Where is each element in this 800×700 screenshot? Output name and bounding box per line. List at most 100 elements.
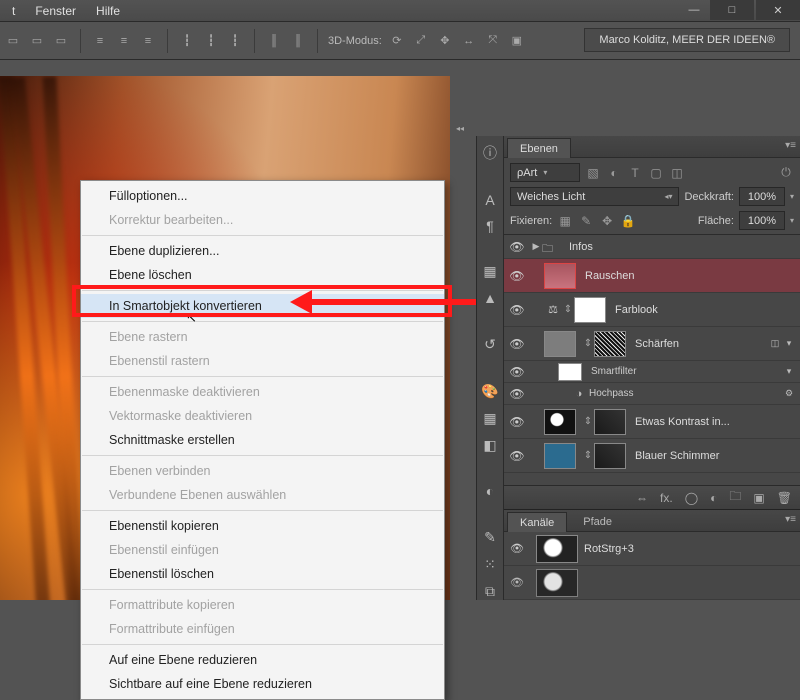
layer-row[interactable]: 👁 ◑ Hochpass ⚙: [504, 383, 800, 405]
context-menu-item[interactable]: Ebenenstil löschen: [81, 562, 444, 586]
layer-mask-icon[interactable]: ◯: [685, 491, 698, 505]
channel-row[interactable]: 👁: [504, 566, 800, 600]
menubar-item[interactable]: t: [2, 1, 25, 21]
channels-list[interactable]: 👁 Rot Strg+3 👁: [504, 532, 800, 600]
3d-roll-icon[interactable]: ⤢: [412, 32, 430, 50]
layer-row[interactable]: 👁 ⇕ Blauer Schimmer: [504, 439, 800, 473]
blend-mode-select[interactable]: Weiches Licht◂▾: [510, 187, 679, 206]
layer-name[interactable]: Rauschen: [585, 270, 796, 282]
layer-row[interactable]: 👁 Smartfilter ▾: [504, 361, 800, 383]
disclosure-icon[interactable]: ▾: [782, 366, 796, 377]
disclosure-icon[interactable]: ▶: [530, 241, 542, 252]
visibility-toggle[interactable]: 👁: [504, 240, 530, 254]
visibility-toggle[interactable]: 👁: [504, 337, 530, 351]
layer-name[interactable]: Blauer Schimmer: [635, 450, 796, 462]
layer-fx-icon[interactable]: fx.: [660, 491, 673, 505]
opacity-field[interactable]: 100%: [739, 187, 785, 206]
navigator-icon[interactable]: ▦: [481, 263, 499, 280]
distribute-icon[interactable]: ≡: [139, 32, 157, 50]
layer-thumb[interactable]: [544, 409, 576, 435]
new-fill-adjust-icon[interactable]: ◐: [710, 491, 717, 505]
context-menu-item[interactable]: Schnittmaske erstellen: [81, 428, 444, 452]
layer-row[interactable]: 👁 Rauschen: [504, 259, 800, 293]
filter-toggle-icon[interactable]: ⏻: [778, 165, 794, 181]
distribute-icon[interactable]: ≡: [91, 32, 109, 50]
paragraph-panel-icon[interactable]: ¶: [481, 218, 499, 234]
tab-layers[interactable]: Ebenen: [507, 138, 571, 158]
history-icon[interactable]: ↺: [481, 336, 499, 353]
3d-orbit-icon[interactable]: ⟳: [388, 32, 406, 50]
brush-icon[interactable]: ✎: [481, 529, 499, 546]
panel-menu-icon[interactable]: ▾≡: [785, 514, 796, 525]
lock-transparent-icon[interactable]: ▦: [557, 213, 573, 229]
panel-menu-icon[interactable]: ▾≡: [785, 140, 796, 151]
filter-settings-icon[interactable]: ⚙: [782, 388, 796, 399]
info-icon[interactable]: ⓘ: [481, 144, 499, 162]
fill-field[interactable]: 100%: [739, 211, 785, 230]
layer-row[interactable]: 👁 ▶ 🗀 Infos: [504, 235, 800, 259]
layer-name[interactable]: Infos: [569, 241, 796, 253]
mask-thumb[interactable]: [594, 443, 626, 469]
panel-collapse-icon[interactable]: ◂◂: [456, 124, 464, 133]
menubar-item-help[interactable]: Hilfe: [86, 1, 130, 21]
visibility-toggle[interactable]: 👁: [504, 269, 530, 283]
link-layers-icon[interactable]: ⇔: [636, 491, 648, 505]
tab-paths[interactable]: Pfade: [570, 511, 625, 532]
distribute-icon[interactable]: ║: [265, 32, 283, 50]
layer-thumb[interactable]: [544, 443, 576, 469]
lock-pixels-icon[interactable]: ✎: [578, 213, 594, 229]
align-icon[interactable]: ▭: [28, 32, 46, 50]
adjustments-icon[interactable]: ◐: [481, 483, 499, 499]
filter-pixel-icon[interactable]: ▧: [585, 165, 601, 181]
mask-thumb[interactable]: [594, 409, 626, 435]
filter-adjust-icon[interactable]: ◐: [606, 165, 622, 181]
visibility-toggle[interactable]: 👁: [504, 576, 530, 589]
context-menu-item[interactable]: Fülloptionen...: [81, 184, 444, 208]
filter-shape-icon[interactable]: ▢: [648, 165, 664, 181]
workspace-label[interactable]: Marco Kolditz, MEER DER IDEEN®: [584, 28, 790, 52]
tab-channels[interactable]: Kanäle: [507, 512, 567, 532]
clone-source-icon[interactable]: ⧉: [481, 583, 499, 600]
context-menu-item[interactable]: Ebene löschen: [81, 263, 444, 287]
align-icon[interactable]: ▭: [4, 32, 22, 50]
delete-layer-icon[interactable]: 🗑: [777, 491, 792, 505]
menubar-item-window[interactable]: Fenster: [25, 1, 86, 21]
lock-all-icon[interactable]: 🔒: [620, 213, 636, 229]
layer-filter-type[interactable]: ρ Art▾: [510, 163, 580, 182]
layer-row[interactable]: 👁 ⚖ ⇕ Farblook: [504, 293, 800, 327]
context-menu-item[interactable]: Sichtbare auf eine Ebene reduzieren: [81, 672, 444, 696]
layer-thumb[interactable]: [544, 263, 576, 289]
color-icon[interactable]: 🎨: [481, 383, 499, 400]
layer-thumb[interactable]: [544, 331, 576, 357]
channel-row[interactable]: 👁 Rot Strg+3: [504, 532, 800, 566]
visibility-toggle[interactable]: 👁: [504, 449, 530, 463]
close-button[interactable]: ✕: [756, 0, 800, 20]
disclosure-icon[interactable]: ▾: [782, 338, 796, 349]
context-menu-item[interactable]: Auf eine Ebene reduzieren: [81, 648, 444, 672]
mask-thumb[interactable]: [574, 297, 606, 323]
maximize-button[interactable]: □: [710, 0, 754, 20]
distribute-icon[interactable]: ┇: [202, 32, 220, 50]
layers-list[interactable]: 👁 ▶ 🗀 Infos👁 Rauschen 👁 ⚖ ⇕ Farblook 👁 ⇕…: [504, 234, 800, 485]
context-menu-item[interactable]: Ebene duplizieren...: [81, 239, 444, 263]
lock-position-icon[interactable]: ✥: [599, 213, 615, 229]
distribute-icon[interactable]: ┇: [226, 32, 244, 50]
visibility-toggle[interactable]: 👁: [504, 303, 530, 317]
filter-type-icon[interactable]: T: [627, 165, 643, 181]
styles-icon[interactable]: ◧: [481, 437, 499, 454]
minimize-button[interactable]: —: [680, 0, 708, 20]
context-menu-item[interactable]: Ebenenstil kopieren: [81, 514, 444, 538]
layer-name[interactable]: Hochpass: [589, 388, 782, 399]
distribute-icon[interactable]: ≡: [115, 32, 133, 50]
character-panel-icon[interactable]: A: [481, 192, 499, 208]
distribute-icon[interactable]: ┇: [178, 32, 196, 50]
new-group-icon[interactable]: 🗀: [729, 487, 741, 508]
3d-camera-icon[interactable]: ▣: [508, 32, 526, 50]
layer-row[interactable]: 👁 ⇕ Schärfen ◫▾: [504, 327, 800, 361]
3d-slide-icon[interactable]: ↔: [460, 32, 478, 50]
brush-presets-icon[interactable]: ⁙: [481, 556, 499, 573]
layer-name[interactable]: Farblook: [615, 304, 796, 316]
align-icon[interactable]: ▭: [52, 32, 70, 50]
visibility-toggle[interactable]: 👁: [504, 365, 530, 379]
context-menu-item[interactable]: In Smartobjekt konvertieren: [81, 294, 444, 318]
